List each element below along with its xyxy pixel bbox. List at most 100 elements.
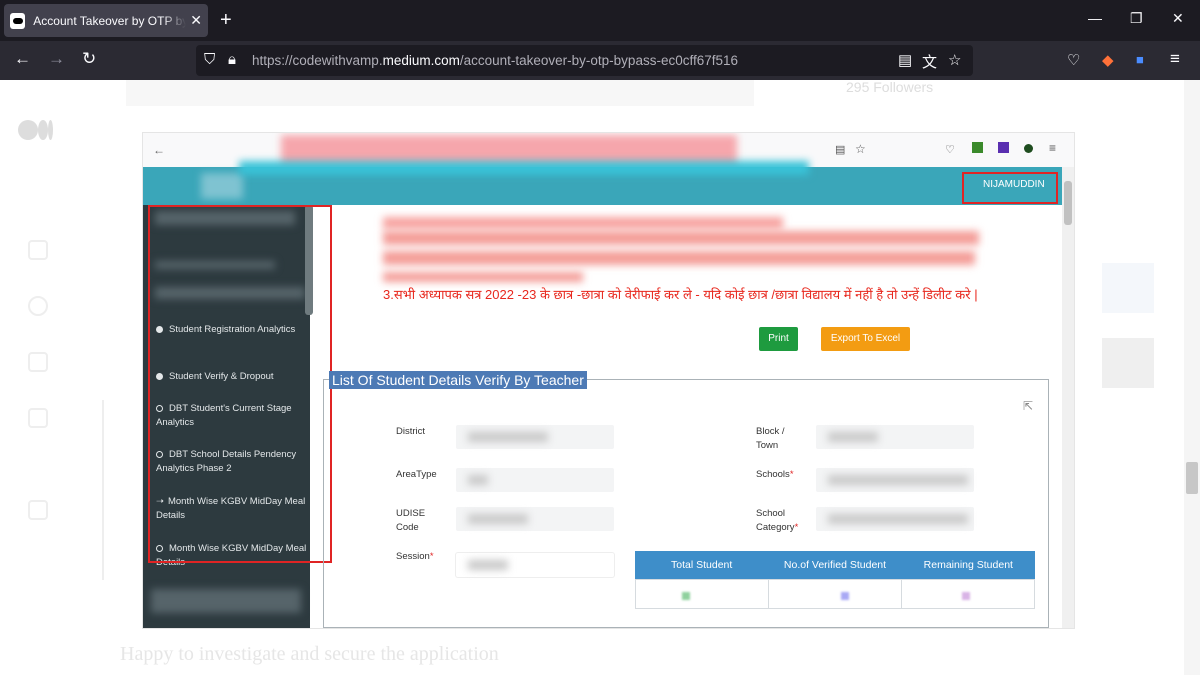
lock-icon[interactable]: 🔒︎ bbox=[228, 51, 236, 68]
redacted-value bbox=[468, 560, 508, 570]
export-excel-button: Export To Excel bbox=[821, 327, 910, 351]
print-button: Print bbox=[759, 327, 798, 351]
redacted-value bbox=[828, 475, 968, 485]
redacted-notice-2 bbox=[383, 231, 979, 245]
medium-logo-icon[interactable] bbox=[18, 120, 58, 140]
school-category-field bbox=[816, 507, 974, 531]
url-prefix: https://codewithvamp. bbox=[252, 53, 383, 68]
recommended-thumb-2[interactable] bbox=[1102, 338, 1154, 388]
article-screenshot-image: ← ▤ ☆ ♡ ≡ NIJAMUDDIN Student Registratio… bbox=[143, 133, 1074, 628]
redacted-value bbox=[682, 592, 690, 600]
schools-field bbox=[816, 468, 974, 492]
cell-total bbox=[636, 580, 769, 608]
area-type-field bbox=[456, 468, 614, 492]
notifications-icon[interactable] bbox=[28, 296, 48, 316]
extension-fox-icon[interactable]: ◆ bbox=[1102, 51, 1114, 69]
screenshot-ext-icon-3 bbox=[1024, 144, 1033, 153]
portal-header bbox=[143, 161, 1074, 205]
block-field bbox=[816, 425, 974, 449]
bookmark-star-icon[interactable]: ☆ bbox=[948, 51, 961, 69]
redacted-value bbox=[468, 514, 528, 524]
restore-icon[interactable]: ❐ bbox=[1130, 10, 1143, 27]
pocket-icon[interactable]: ♡ bbox=[1067, 51, 1080, 69]
redacted-value bbox=[962, 592, 970, 600]
stories-icon[interactable] bbox=[28, 408, 48, 428]
label-session: Session* bbox=[396, 551, 434, 562]
header-verified-student: No.of Verified Student bbox=[783, 559, 887, 571]
header-remaining-student: Remaining Student bbox=[923, 559, 1013, 571]
stats-table-row bbox=[635, 579, 1035, 609]
screenshot-pocket-icon: ♡ bbox=[945, 144, 955, 156]
screenshot-menu-icon: ≡ bbox=[1049, 141, 1057, 155]
translate-icon[interactable]: 文 bbox=[922, 51, 937, 72]
translate-extension-icon[interactable]: ■ bbox=[1136, 52, 1144, 67]
back-icon[interactable]: ← bbox=[14, 49, 31, 69]
divider bbox=[102, 400, 104, 580]
redacted-notice-4 bbox=[383, 272, 583, 282]
article-body-text: Happy to investigate and secure the appl… bbox=[120, 643, 499, 665]
screenshot-star-icon: ☆ bbox=[855, 142, 866, 156]
redacted-notice-1 bbox=[383, 217, 783, 229]
recommended-thumb-1[interactable] bbox=[1102, 263, 1154, 313]
redacted-bar bbox=[239, 161, 809, 175]
followers-count: 295 Followers bbox=[846, 80, 934, 95]
url-domain: medium.com bbox=[382, 53, 460, 68]
school-category-label-text: School Category bbox=[756, 508, 795, 533]
cursor-icon: ⇱ bbox=[1023, 399, 1034, 413]
cell-verified bbox=[769, 580, 902, 608]
stats-table-header: Total Student No.of Verified Student Rem… bbox=[635, 551, 1035, 579]
menu-icon[interactable]: ≡ bbox=[1170, 49, 1180, 69]
redacted-value bbox=[828, 514, 968, 524]
screenshot-scrollbar-thumb bbox=[1064, 181, 1072, 225]
minimize-icon[interactable]: — bbox=[1088, 10, 1102, 26]
write-icon[interactable] bbox=[28, 500, 48, 520]
browser-tab[interactable]: Account Takeover by OTP bypass ✕ bbox=[4, 4, 208, 37]
label-area-type: AreaType bbox=[396, 469, 437, 480]
highlight-username-box bbox=[962, 172, 1058, 204]
screenshot-ext-icon-1 bbox=[972, 142, 983, 153]
reload-icon[interactable]: ↻ bbox=[82, 49, 96, 69]
url-text[interactable]: https://codewithvamp.medium.com/account-… bbox=[252, 53, 738, 68]
schools-label-text: Schools bbox=[756, 469, 790, 480]
page-scrollbar-thumb[interactable] bbox=[1186, 462, 1198, 494]
redacted-value bbox=[468, 475, 488, 485]
home-icon[interactable] bbox=[28, 240, 48, 260]
bookmarks-icon[interactable] bbox=[28, 352, 48, 372]
notice-text: 3.सभी अध्यापक सत्र 2022 -23 के छात्र -छा… bbox=[383, 287, 978, 302]
cell-remaining bbox=[902, 580, 1034, 608]
label-schools: Schools* bbox=[756, 469, 794, 480]
window-close-icon[interactable]: ✕ bbox=[1172, 10, 1184, 27]
article-header-blurred bbox=[126, 80, 754, 106]
session-field bbox=[456, 553, 614, 577]
redacted-notice-3 bbox=[383, 251, 975, 265]
label-school-category: School Category* bbox=[756, 508, 799, 533]
browser-tab-bar: Account Takeover by OTP bypass ✕ + — ❐ ✕ bbox=[0, 0, 1200, 41]
highlight-sidebar-box bbox=[148, 205, 332, 563]
redacted-value bbox=[828, 432, 878, 442]
reader-view-icon[interactable]: ▤ bbox=[898, 51, 912, 69]
tab-close-icon[interactable]: ✕ bbox=[190, 12, 202, 29]
tab-title: Account Takeover by OTP bypass bbox=[33, 13, 187, 28]
header-total-student: Total Student bbox=[671, 559, 733, 571]
label-block-town: Block / Town bbox=[756, 426, 785, 451]
redacted-value bbox=[468, 432, 548, 442]
label-district: District bbox=[396, 426, 426, 437]
screenshot-back-icon: ← bbox=[153, 143, 165, 157]
screenshot-scrollbar bbox=[1062, 167, 1074, 628]
redacted-side-4 bbox=[151, 589, 301, 613]
address-bar[interactable]: ⛉ 🔒︎ https://codewithvamp.medium.com/acc… bbox=[196, 45, 973, 76]
label-udise-code: UDISE Code bbox=[396, 508, 426, 533]
screenshot-ext-icon-2 bbox=[998, 142, 1009, 153]
district-field bbox=[456, 425, 614, 449]
redacted-logo bbox=[201, 173, 243, 199]
page-scrollbar[interactable] bbox=[1184, 80, 1200, 675]
tracking-shield-icon[interactable]: ⛉ bbox=[204, 51, 215, 68]
medium-favicon-icon bbox=[10, 12, 26, 29]
new-tab-button[interactable]: + bbox=[220, 9, 232, 32]
forward-icon[interactable]: → bbox=[48, 49, 65, 69]
url-path: /account-takeover-by-otp-bypass-ec0cff67… bbox=[459, 53, 739, 68]
redacted-value bbox=[841, 592, 849, 600]
screenshot-reader-icon: ▤ bbox=[835, 144, 846, 156]
panel-title: List Of Student Details Verify By Teache… bbox=[329, 371, 587, 389]
udise-field bbox=[456, 507, 614, 531]
